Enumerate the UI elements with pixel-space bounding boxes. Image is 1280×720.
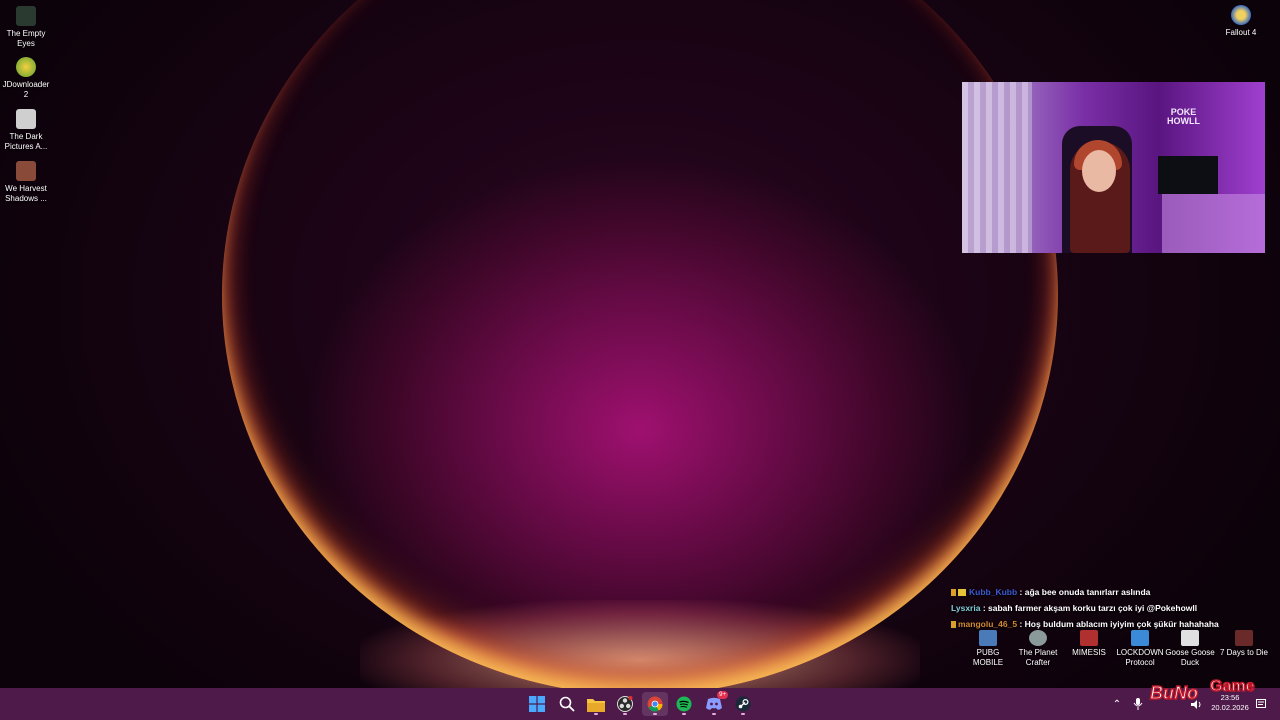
obs-button[interactable] — [612, 692, 638, 716]
desktop-icon-label: Eyes — [17, 39, 35, 48]
pubg-mobile-icon — [979, 630, 997, 646]
desktop-icon-label: We Harvest — [5, 184, 47, 193]
desktop-icon-label: Pictures A... — [4, 142, 48, 151]
steam-icon — [735, 696, 751, 712]
desktop-icon-the-planet-crafter[interactable]: The Planet Crafter — [1012, 630, 1064, 668]
stream-chat-overlay: Kubb_Kubb : ağa bee onuda tanırlarr aslı… — [951, 585, 1280, 633]
notification-badge: 9+ — [717, 691, 728, 699]
chat-text: : ağa bee onuda tanırlarr aslında — [1019, 587, 1151, 597]
stream-logo-overlay: BuNo Game — [1148, 655, 1272, 707]
file-explorer-button[interactable] — [583, 692, 609, 716]
chrome-icon — [647, 696, 663, 712]
search-button[interactable] — [554, 692, 580, 716]
discord-icon — [706, 697, 722, 710]
chat-username: mangolu_46_5 — [958, 619, 1018, 629]
7-days-to-die-icon — [1235, 630, 1253, 646]
running-indicator — [594, 713, 598, 715]
game-label: MIMESIS — [1072, 648, 1106, 657]
desktop-icon-label: JDownloader — [2, 80, 50, 89]
svg-text:BuNo: BuNo — [1150, 683, 1198, 703]
buno-game-logo: BuNo Game — [1149, 677, 1255, 704]
taskbar: 9+ ⌃ — [0, 688, 1280, 720]
running-indicator — [682, 713, 686, 715]
game-label: The Planet — [1018, 648, 1058, 657]
game-label: PUBG — [976, 648, 1000, 657]
desktop-icon-the-dark-pictures[interactable]: The Dark Pictures A... — [0, 109, 52, 152]
svg-text:Game: Game — [1210, 678, 1255, 695]
lockdown-protocol-icon — [1131, 630, 1149, 646]
jdownloader-icon — [16, 57, 36, 77]
chat-badge-icon — [951, 589, 956, 597]
desktop-icon-the-empty-eyes[interactable]: The Empty Eyes — [0, 6, 52, 49]
start-button[interactable] — [524, 692, 550, 716]
desktop-icon-jdownloader[interactable]: JDownloader 2 — [0, 57, 52, 100]
spotify-icon — [676, 696, 692, 712]
game-label: MOBILE — [972, 658, 1004, 667]
desktop-icon-label: The Empty — [6, 29, 46, 38]
system-tray: ⌃ — [1110, 688, 1124, 720]
webcam-streamer-face — [1082, 150, 1116, 192]
fallout-4-icon — [1231, 5, 1251, 25]
chat-badge-icon — [958, 589, 966, 597]
game-icon-dark-pictures — [16, 109, 36, 129]
running-indicator — [623, 713, 627, 715]
desktop-icon-we-harvest-shadows[interactable]: We Harvest Shadows ... — [0, 161, 52, 204]
tray-microphone[interactable] — [1133, 688, 1143, 720]
webcam-overlay: POKE HOWLL — [962, 82, 1265, 253]
neon-sign-line: HOWLL — [1167, 116, 1200, 126]
spotify-button[interactable] — [671, 692, 697, 716]
running-indicator — [741, 713, 745, 715]
desktop-icon-label: The Dark — [9, 132, 43, 141]
webcam-monitor — [1158, 156, 1218, 194]
webcam-neon-sign: POKE HOWLL — [1167, 108, 1200, 126]
desktop-icon-7-days-to-die[interactable]: 7 Days to Die — [1214, 630, 1274, 658]
game-label: Crafter — [1025, 658, 1051, 667]
desktop-icon-label: Shadows ... — [5, 194, 47, 203]
chat-badge-icon — [951, 621, 956, 629]
running-indicator — [712, 713, 716, 715]
steam-button[interactable] — [730, 692, 756, 716]
search-icon — [559, 696, 575, 712]
game-icon-we-harvest-shadows — [16, 161, 36, 181]
chat-message: Kubb_Kubb : ağa bee onuda tanırlarr aslı… — [951, 585, 1280, 601]
chat-text: : sabah farmer akşam korku tarzı çok iyi… — [982, 603, 1198, 613]
desktop-icon-label: 2 — [23, 90, 29, 99]
show-hidden-icons-chevron-up-icon[interactable]: ⌃ — [1110, 699, 1124, 710]
webcam-curtain — [962, 82, 1032, 253]
chat-username: Kubb_Kubb — [969, 587, 1018, 597]
desktop-icon-pubg-mobile[interactable]: PUBG MOBILE — [962, 630, 1014, 668]
chat-username: Lysxria — [951, 603, 981, 613]
desktop-icon-mimesis[interactable]: MIMESIS — [1063, 630, 1115, 658]
chrome-button[interactable] — [642, 692, 668, 716]
mimesis-icon — [1080, 630, 1098, 646]
windows-icon — [529, 696, 545, 712]
planet-crafter-icon — [1029, 630, 1047, 646]
desktop-icon-label: Fallout 4 — [1225, 28, 1257, 37]
webcam-desk — [1162, 194, 1265, 253]
discord-button[interactable]: 9+ — [701, 691, 728, 716]
microphone-icon — [1133, 698, 1143, 710]
desktop-icon-fallout-4[interactable]: Fallout 4 — [1215, 5, 1267, 38]
goose-goose-duck-icon — [1181, 630, 1199, 646]
obs-icon — [617, 696, 633, 712]
folder-icon — [587, 698, 605, 712]
chat-text: : Hoş buldum ablacım iyiyim çok şükür ha… — [1019, 619, 1219, 629]
game-icon-empty-eyes — [16, 6, 36, 26]
chat-message: Lysxria : sabah farmer akşam korku tarzı… — [951, 601, 1280, 617]
running-indicator — [653, 713, 657, 715]
